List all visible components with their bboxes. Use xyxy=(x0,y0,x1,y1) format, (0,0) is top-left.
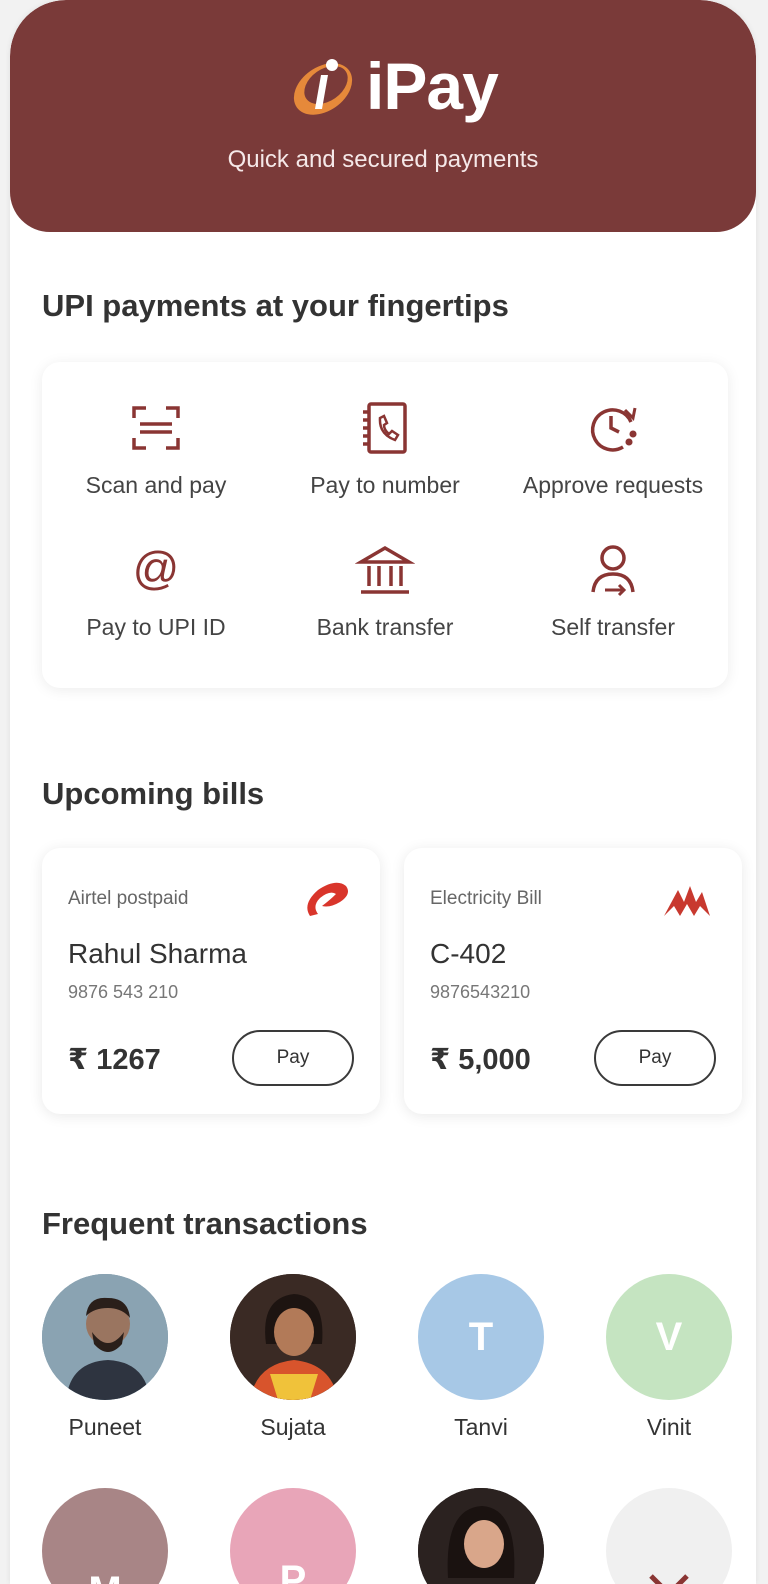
svg-text:@: @ xyxy=(133,542,180,594)
contact-m[interactable]: M xyxy=(40,1488,170,1584)
approve-requests-button[interactable]: Approve requests xyxy=(499,398,727,518)
action-label: Bank transfer xyxy=(316,614,454,640)
upi-actions-card: Scan and pay Pay to number Approve reque… xyxy=(42,362,728,688)
avatar: V xyxy=(606,1274,732,1400)
contact-name: Sujata xyxy=(260,1414,326,1440)
bills-section-title: Upcoming bills xyxy=(42,776,265,811)
upi-section-title: UPI payments at your fingertips xyxy=(42,288,509,323)
bill-number: 9876543210 xyxy=(430,982,531,1002)
app-screen: iPay Quick and secured payments UPI paym… xyxy=(10,0,756,1584)
at-icon: @ xyxy=(133,542,180,594)
app-title: iPay xyxy=(366,49,499,123)
pay-button[interactable]: Pay xyxy=(594,1030,716,1086)
bill-card-electricity[interactable]: Electricity Bill C-402 9876543210 ₹ 5,00… xyxy=(404,848,742,1114)
action-label: Pay to number xyxy=(310,472,460,498)
action-label: Pay to UPI ID xyxy=(86,614,226,640)
avatar xyxy=(230,1274,356,1400)
contact-name: Puneet xyxy=(68,1414,142,1440)
pay-button[interactable]: Pay xyxy=(232,1030,354,1086)
bill-card-airtel[interactable]: Airtel postpaid Rahul Sharma 9876 543 21… xyxy=(42,848,380,1114)
person-photo-icon xyxy=(418,1488,544,1584)
phone-book-icon xyxy=(363,402,407,454)
contact-vinit[interactable]: V Vinit xyxy=(604,1274,734,1441)
contact-tanvi[interactable]: T Tanvi xyxy=(416,1274,546,1441)
contact-name: Vinit xyxy=(646,1414,692,1440)
clock-refresh-icon xyxy=(590,407,637,452)
electricity-logo-icon xyxy=(664,886,710,916)
action-label: Self transfer xyxy=(551,614,675,640)
avatar: T xyxy=(418,1274,544,1400)
bank-transfer-button[interactable]: Bank transfer xyxy=(271,540,499,660)
person-transfer-icon xyxy=(591,545,635,597)
bill-name: Rahul Sharma xyxy=(68,938,247,969)
person-photo-icon xyxy=(42,1274,168,1400)
person-photo-icon xyxy=(230,1274,356,1400)
bill-provider: Airtel postpaid xyxy=(68,888,189,909)
contact-more[interactable] xyxy=(604,1488,734,1584)
contact-p[interactable]: P xyxy=(228,1488,358,1584)
self-transfer-button[interactable]: Self transfer xyxy=(499,540,727,660)
avatar: M xyxy=(42,1488,168,1584)
bill-provider: Electricity Bill xyxy=(430,888,542,909)
app-tagline: Quick and secured payments xyxy=(227,146,539,173)
app-header: iPay Quick and secured payments xyxy=(10,0,756,232)
bill-amount: ₹ 5,000 xyxy=(430,1044,531,1076)
pay-to-upi-id-button[interactable]: @ Pay to UPI ID xyxy=(42,540,270,660)
action-label: Approve requests xyxy=(522,472,704,498)
ipay-logo-icon xyxy=(293,59,353,115)
pay-to-number-button[interactable]: Pay to number xyxy=(271,398,499,518)
bill-amount: ₹ 1267 xyxy=(68,1044,161,1076)
contact-sujata[interactable]: Sujata xyxy=(228,1274,358,1441)
bill-name: C-402 xyxy=(430,938,507,969)
bank-icon xyxy=(355,545,415,594)
avatar xyxy=(606,1488,732,1584)
contact-photo[interactable] xyxy=(416,1488,546,1584)
app-logo: iPay xyxy=(288,48,499,124)
avatar: P xyxy=(230,1488,356,1584)
contact-name: Tanvi xyxy=(454,1414,508,1440)
action-label: Scan and pay xyxy=(85,472,227,498)
avatar xyxy=(418,1488,544,1584)
scan-and-pay-button[interactable]: Scan and pay xyxy=(42,398,270,518)
avatar xyxy=(42,1274,168,1400)
avatar-initial: M xyxy=(88,1569,121,1584)
frequent-section-title: Frequent transactions xyxy=(42,1206,368,1241)
scan-icon xyxy=(132,406,180,450)
chevron-down-icon xyxy=(649,1574,689,1584)
bill-number: 9876 543 210 xyxy=(68,982,179,1002)
contact-puneet[interactable]: Puneet xyxy=(40,1274,170,1441)
avatar-initial: P xyxy=(279,1557,307,1584)
airtel-logo-icon xyxy=(307,882,348,916)
